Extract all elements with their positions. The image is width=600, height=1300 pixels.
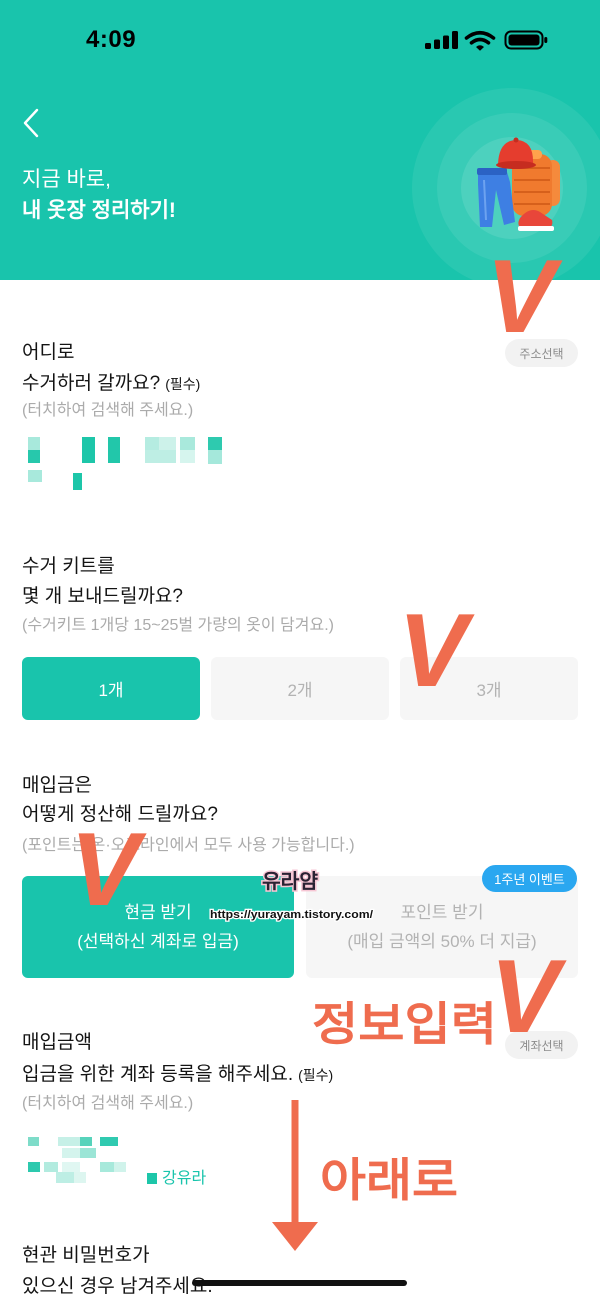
status-icons <box>425 30 548 51</box>
point-option-desc: (매입 금액의 50% 더 지급) <box>347 932 537 951</box>
redaction-pixel <box>145 437 159 450</box>
required-label: (필수) <box>298 1067 334 1083</box>
required-label: (필수) <box>165 376 201 392</box>
account-hint: (터치하여 검색해 주세요.) <box>22 1095 194 1112</box>
account-holder-name: 강유라 <box>162 1170 207 1187</box>
redaction-pixel <box>56 1172 74 1183</box>
clothes-illustration <box>412 88 600 280</box>
header-banner: 4:09 지금 바로, 내 옷장 정리하기! <box>0 0 600 280</box>
redaction-pixel <box>159 437 176 450</box>
home-indicator <box>192 1280 407 1286</box>
cash-option-title: 현금 받기 <box>124 903 192 922</box>
pickup-question-line1: 어디로 <box>22 342 75 363</box>
redaction-pixel <box>180 450 195 463</box>
redaction-pixel <box>100 1162 114 1172</box>
payment-question-line2: 어떻게 정산해 드릴까요? <box>22 804 218 825</box>
kit-section: 수거 키트를 몇 개 보내드릴까요? (수거키트 1개당 15~25벌 가량의 … <box>0 545 600 730</box>
pickup-question-line2: 수거하러 갈까요? (필수) <box>22 371 200 397</box>
redaction-pixel <box>147 1173 157 1184</box>
signal-icon <box>425 31 458 49</box>
status-time: 4:09 <box>86 26 137 53</box>
redaction-pixel <box>100 1137 118 1146</box>
redaction-pixel <box>58 1137 80 1146</box>
redaction-pixel <box>80 1137 92 1146</box>
header-title-line2: 내 옷장 정리하기! <box>22 199 176 222</box>
pickup-question-text: 수거하러 갈까요? <box>22 373 161 394</box>
redaction-pixel <box>208 437 222 450</box>
wifi-icon <box>464 30 496 51</box>
pickup-section: 어디로 수거하러 갈까요? (필수) 주소선택 (터치하여 검색해 주세요.) <box>0 330 600 500</box>
address-hint: (터치하여 검색해 주세요.) <box>22 402 194 419</box>
battery-icon <box>504 30 548 50</box>
account-question-line2: 입금을 위한 계좌 등록을 해주세요. (필수) <box>22 1062 333 1088</box>
redaction-pixel <box>62 1148 80 1158</box>
redaction-pixel <box>28 437 40 450</box>
cash-option-button[interactable]: 현금 받기 (선택하신 계좌로 입금) <box>22 876 294 978</box>
kit-option-2[interactable]: 2개 <box>211 657 389 720</box>
back-button[interactable] <box>14 104 48 142</box>
redaction-pixel <box>28 450 40 463</box>
redaction-pixel <box>80 1148 96 1158</box>
account-select-button[interactable]: 계좌선택 <box>505 1031 578 1059</box>
redaction-pixel <box>73 473 82 490</box>
redaction-pixel <box>44 1162 58 1172</box>
kit-question-line2: 몇 개 보내드릴까요? <box>22 586 183 607</box>
redaction-pixel <box>28 470 42 482</box>
redaction-pixel <box>108 437 120 463</box>
kit-option-1[interactable]: 1개 <box>22 657 200 720</box>
chevron-left-icon <box>23 108 39 138</box>
kit-question-line1: 수거 키트를 <box>22 556 115 577</box>
payment-question-line1: 매입금은 <box>22 775 92 796</box>
door-code-section: 현관 비밀번호가 있으신 경우 남겨주세요. <box>0 1234 600 1300</box>
point-option-title: 포인트 받기 <box>400 903 484 922</box>
payment-hint: (포인트는 온·오프라인에서 모두 사용 가능합니다.) <box>22 837 355 854</box>
redaction-pixel <box>62 1162 80 1172</box>
cash-option-desc: (선택하신 계좌로 입금) <box>77 932 239 951</box>
header-title-line1: 지금 바로, <box>22 168 111 191</box>
account-question-text: 입금을 위한 계좌 등록을 해주세요. <box>22 1064 294 1085</box>
door-question-line1: 현관 비밀번호가 <box>22 1245 150 1266</box>
redaction-pixel <box>114 1162 126 1172</box>
account-field[interactable]: (터치하여 검색해 주세요.) 강유라 <box>0 1091 480 1187</box>
event-badge: 1주년 이벤트 <box>482 865 577 892</box>
account-section: 매입금액 입금을 위한 계좌 등록을 해주세요. (필수) 계좌선택 (터치하여 … <box>0 1021 600 1191</box>
redaction-pixel <box>145 450 176 463</box>
address-select-button[interactable]: 주소선택 <box>505 339 578 367</box>
kit-option-3[interactable]: 3개 <box>400 657 578 720</box>
redaction-pixel <box>82 437 95 463</box>
redaction-pixel <box>74 1172 86 1183</box>
account-question-line1: 매입금액 <box>22 1032 92 1053</box>
kit-hint: (수거키트 1개당 15~25벌 가량의 옷이 담겨요.) <box>22 617 334 634</box>
door-question-line2: 있으신 경우 남겨주세요. <box>22 1276 213 1297</box>
address-field[interactable]: (터치하여 검색해 주세요.) <box>0 398 480 494</box>
redaction-pixel <box>28 1162 40 1172</box>
redaction-pixel <box>180 437 195 450</box>
redaction-pixel <box>28 1137 39 1146</box>
redaction-pixel <box>208 450 222 464</box>
app-screen: 4:09 지금 바로, 내 옷장 정리하기! 어디로 수거하러 갈까요? (필수… <box>0 0 600 1300</box>
payment-section: 매입금은 어떻게 정산해 드릴까요? (포인트는 온·오프라인에서 모두 사용 … <box>0 764 600 984</box>
